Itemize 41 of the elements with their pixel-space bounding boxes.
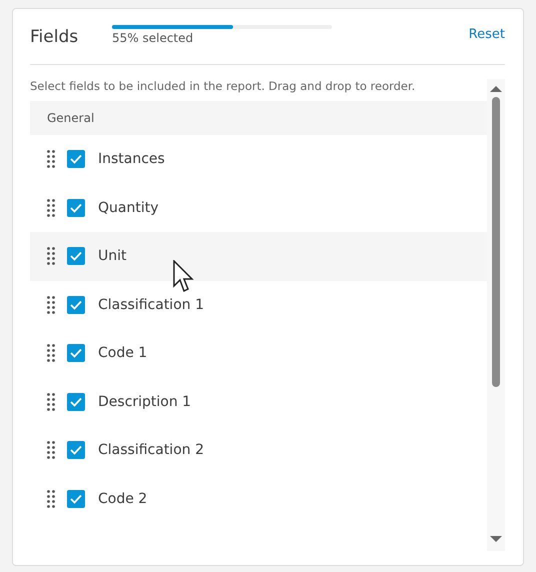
scrollbar[interactable]: [487, 79, 505, 551]
mouse-cursor-icon: [173, 260, 195, 294]
field-row[interactable]: Quantity: [30, 184, 487, 232]
checkbox[interactable]: [67, 490, 85, 508]
scroll-up-icon[interactable]: [490, 85, 502, 93]
checkbox[interactable]: [67, 392, 85, 411]
field-label: Classification 2: [98, 442, 204, 458]
field-label: Description 1: [98, 394, 192, 410]
field-label: Unit: [98, 248, 126, 264]
field-row[interactable]: Classification 2: [30, 426, 487, 474]
checkbox[interactable]: [67, 344, 85, 362]
field-label: Classification 1: [98, 296, 204, 313]
checkbox[interactable]: [67, 150, 85, 168]
field-row[interactable]: Code 2: [30, 474, 487, 523]
field-row[interactable]: Description 1: [30, 378, 487, 426]
drag-handle-icon[interactable]: [47, 198, 55, 217]
field-label: Quantity: [98, 200, 158, 216]
field-row[interactable]: Classification 1: [30, 280, 487, 329]
checkbox[interactable]: [67, 441, 85, 460]
drag-handle-icon[interactable]: [47, 296, 55, 314]
drag-handle-icon[interactable]: [47, 247, 55, 266]
drag-handle-icon[interactable]: [47, 344, 55, 362]
description-text: Select fields to be included in the report. Drag and drop to reorder.: [30, 79, 416, 93]
checkbox[interactable]: [67, 198, 85, 217]
field-label: Code 1: [98, 345, 148, 362]
drag-handle-icon[interactable]: [47, 441, 55, 460]
panel-title: Fields: [30, 26, 80, 46]
scrollbar-thumb[interactable]: [492, 97, 500, 387]
drag-handle-icon[interactable]: [47, 490, 55, 508]
field-row[interactable]: Instances: [30, 135, 487, 184]
checkbox[interactable]: [67, 247, 85, 266]
drag-handle-icon[interactable]: [47, 150, 55, 168]
group-header: General: [30, 101, 487, 135]
drag-handle-icon[interactable]: [47, 392, 55, 411]
reset-link[interactable]: Reset: [468, 27, 505, 42]
progress-label: 55% selected: [112, 30, 194, 44]
scroll-down-icon[interactable]: [490, 535, 502, 543]
field-label: Instances: [98, 151, 165, 168]
checkbox[interactable]: [67, 296, 85, 314]
field-row[interactable]: Code 1: [30, 329, 487, 378]
field-label: Code 2: [98, 490, 148, 507]
